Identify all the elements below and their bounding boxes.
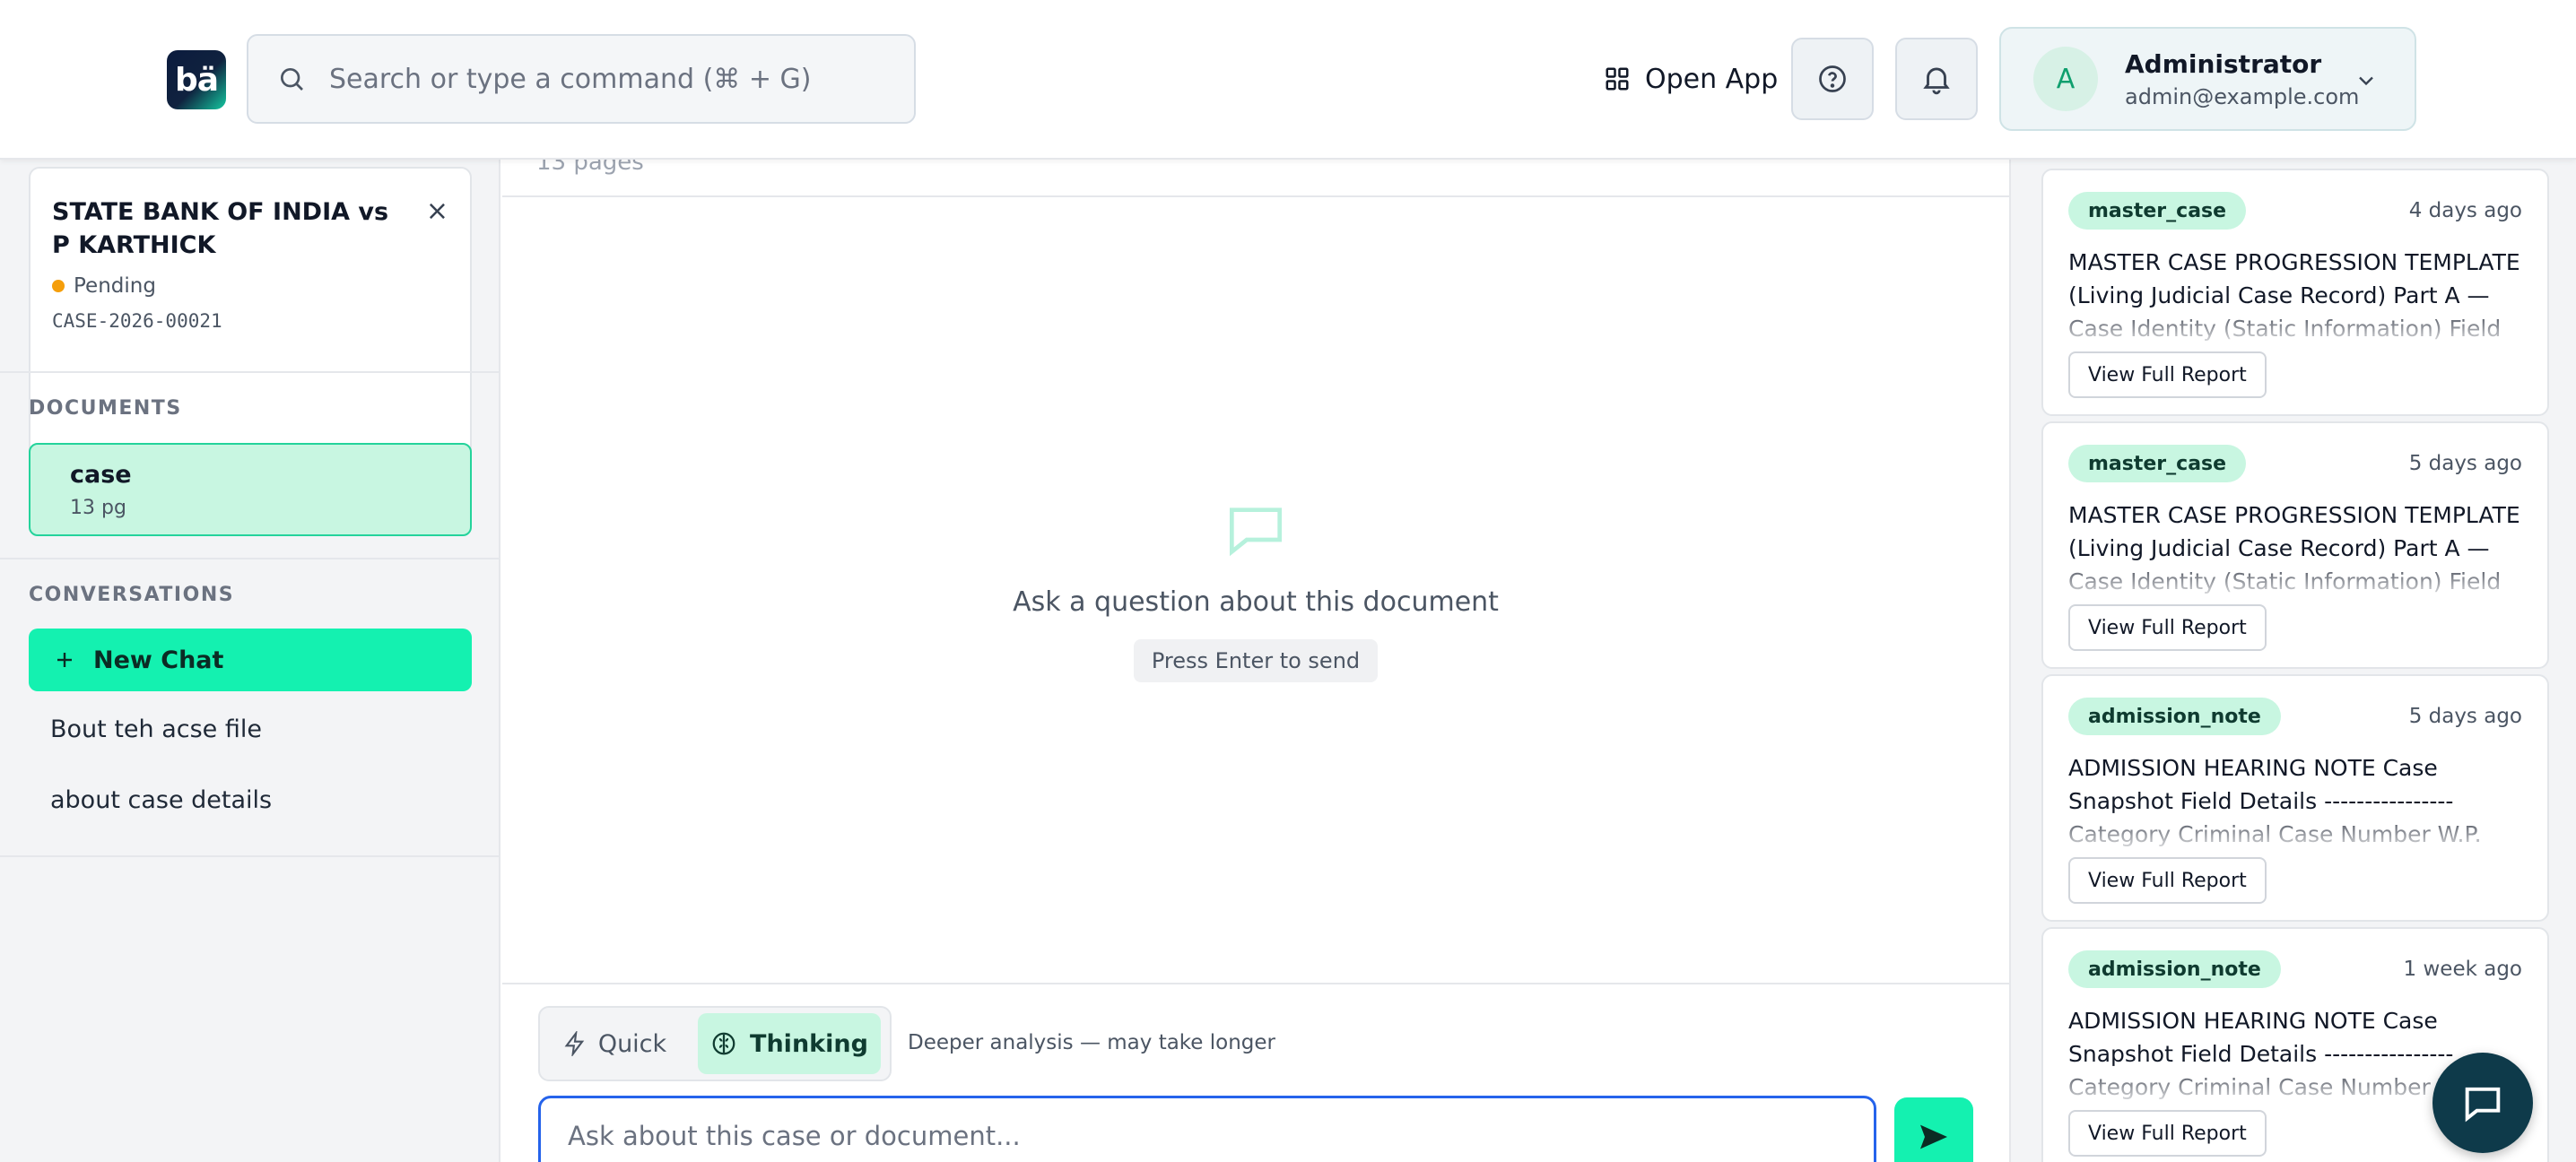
report-card: master_case 4 days ago MASTER CASE PROGR… — [2041, 169, 2549, 416]
lightning-icon — [564, 1031, 585, 1056]
chevron-down-icon — [2359, 76, 2373, 86]
send-hint: Press Enter to send — [1133, 639, 1379, 682]
close-case-button[interactable]: × — [426, 195, 448, 227]
user-name: Administrator — [2125, 48, 2322, 79]
open-app-button[interactable]: Open App — [1604, 54, 1778, 104]
notifications-button[interactable] — [1895, 38, 1978, 120]
user-email: admin@example.com — [2125, 83, 2360, 109]
chat-input[interactable] — [538, 1096, 1876, 1162]
status-label: Pending — [74, 274, 156, 298]
app-logo[interactable]: bä — [167, 50, 226, 109]
case-status: Pending — [52, 274, 156, 298]
mode-description: Deeper analysis — may take longer — [908, 1031, 1276, 1054]
conversations-heading: CONVERSATIONS — [29, 584, 235, 606]
view-full-report-button[interactable]: View Full Report — [2068, 604, 2267, 651]
case-id: CASE-2026-00021 — [52, 310, 222, 332]
report-excerpt: MASTER CASE PROGRESSION TEMPLATE (Living… — [2068, 246, 2535, 343]
report-tag: master_case — [2068, 445, 2247, 482]
report-tag: admission_note — [2068, 698, 2281, 735]
conversation-item[interactable]: about case details — [50, 786, 272, 814]
grid-icon — [1606, 67, 1629, 91]
send-icon — [1920, 1124, 1947, 1149]
chat-support-button[interactable] — [2432, 1053, 2533, 1153]
mode-quick-button[interactable]: Quick — [549, 1013, 680, 1074]
brain-icon — [712, 1032, 735, 1055]
top-bar: bä Open App A Administrator admin@exampl… — [0, 0, 2576, 160]
mode-toggle: Quick Thinking — [538, 1006, 892, 1081]
conversation-item[interactable]: Bout teh acse file — [50, 715, 262, 743]
empty-state-prompt: Ask a question about this document — [1013, 586, 1499, 618]
divider — [0, 371, 500, 373]
help-icon — [1819, 65, 1846, 92]
plus-icon — [57, 653, 72, 667]
report-tag: admission_note — [2068, 950, 2281, 988]
document-header: 13 pages — [502, 160, 2009, 197]
divider — [0, 558, 500, 559]
report-excerpt: ADMISSION HEARING NOTE Case Snapshot Fie… — [2068, 751, 2535, 848]
empty-state: Ask a question about this document Press… — [502, 495, 2009, 682]
search-box[interactable] — [247, 34, 916, 124]
divider — [0, 855, 500, 857]
chat-panel: 13 pages Ask a question about this docum… — [502, 160, 2009, 1162]
avatar: A — [2033, 47, 2098, 111]
left-sidebar: STATE BANK OF INDIA vs P KARTHICK × Pend… — [0, 160, 500, 1162]
documents-heading: DOCUMENTS — [29, 397, 182, 420]
user-menu[interactable]: A Administrator admin@example.com — [1999, 27, 2416, 131]
send-button[interactable] — [1894, 1097, 1973, 1162]
new-chat-button[interactable]: New Chat — [29, 629, 472, 691]
report-age: 4 days ago — [2408, 199, 2522, 222]
report-card: admission_note 5 days ago ADMISSION HEAR… — [2041, 674, 2549, 922]
view-full-report-button[interactable]: View Full Report — [2068, 351, 2267, 398]
mode-quick-label: Quick — [597, 1029, 667, 1058]
status-dot — [52, 280, 65, 292]
document-page-count: 13 pages — [536, 160, 644, 176]
case-title: STATE BANK OF INDIA vs P KARTHICK — [52, 198, 389, 259]
document-pages: 13 pg — [70, 497, 126, 519]
reports-panel: master_case 4 days ago MASTER CASE PROGR… — [2009, 160, 2576, 1162]
chat-bubble-icon — [1230, 507, 1282, 557]
report-age: 1 week ago — [2403, 958, 2522, 981]
view-full-report-button[interactable]: View Full Report — [2068, 1110, 2267, 1157]
view-full-report-button[interactable]: View Full Report — [2068, 857, 2267, 904]
new-chat-label: New Chat — [93, 646, 224, 674]
help-button[interactable] — [1791, 38, 1874, 120]
report-tag: master_case — [2068, 192, 2247, 230]
open-app-label: Open App — [1645, 63, 1779, 95]
mode-thinking-label: Thinking — [750, 1029, 868, 1058]
document-item[interactable]: case 13 pg — [29, 443, 472, 536]
divider — [502, 983, 2009, 984]
message-icon — [2465, 1087, 2501, 1123]
report-age: 5 days ago — [2408, 452, 2522, 475]
bell-icon — [1923, 67, 1950, 95]
search-input[interactable] — [329, 63, 885, 95]
search-icon — [281, 68, 303, 91]
report-age: 5 days ago — [2408, 705, 2522, 728]
mode-thinking-button[interactable]: Thinking — [698, 1013, 881, 1074]
report-excerpt: MASTER CASE PROGRESSION TEMPLATE (Living… — [2068, 499, 2535, 595]
document-name: case — [70, 461, 132, 489]
report-card: master_case 5 days ago MASTER CASE PROGR… — [2041, 421, 2549, 669]
